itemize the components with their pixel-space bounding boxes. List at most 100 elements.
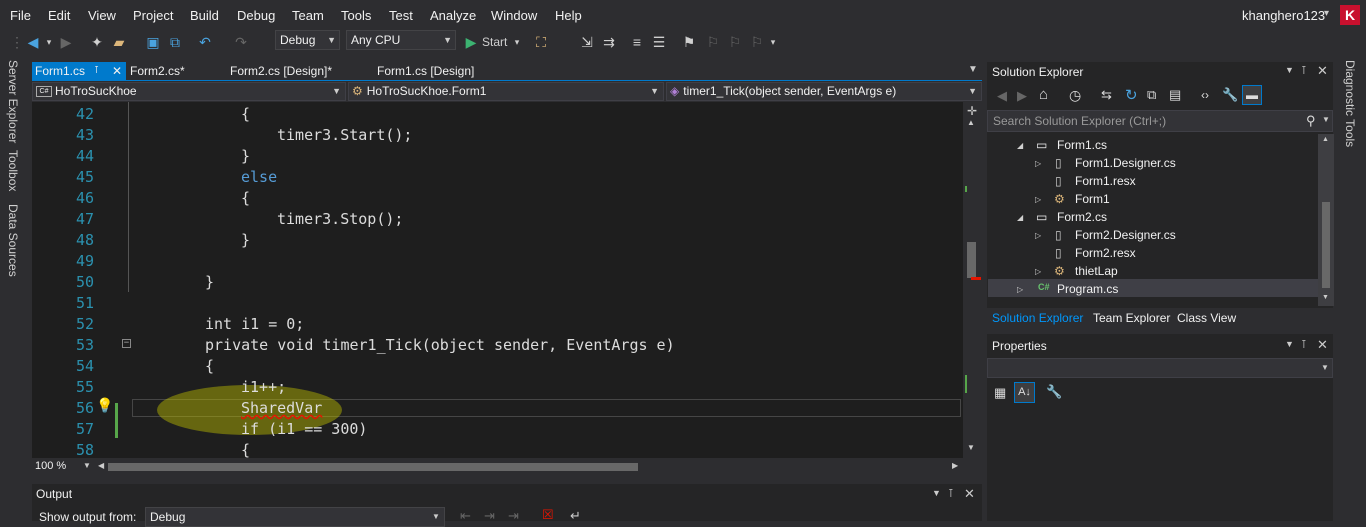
tab-diagnostic-tools[interactable]: Diagnostic Tools bbox=[1343, 60, 1357, 147]
tree-item-form1-resx[interactable]: Form1.resx bbox=[1075, 174, 1136, 188]
chevron-down-icon[interactable]: ▼ bbox=[1322, 115, 1330, 124]
menu-team[interactable]: Team bbox=[292, 8, 324, 23]
tab-overflow-icon[interactable]: ▼ bbox=[968, 64, 978, 75]
close-icon[interactable]: ✕ bbox=[1317, 63, 1328, 79]
lightbulb-icon[interactable]: 💡 bbox=[96, 398, 113, 414]
collapse-all-icon[interactable]: ⧉ bbox=[1147, 87, 1156, 103]
pin-icon[interactable]: ⊺ bbox=[948, 487, 954, 500]
tab-form2-cs[interactable]: Form2.cs* bbox=[127, 62, 222, 81]
tree-item-program-cs[interactable]: Program.cs bbox=[1057, 282, 1118, 296]
menu-tools[interactable]: Tools bbox=[341, 8, 371, 23]
code-editor[interactable]: 42 { 43 timer3.Start(); 44 } 45 else 46 … bbox=[32, 102, 963, 458]
tab-solution-explorer[interactable]: Solution Explorer bbox=[992, 311, 1083, 325]
menu-help[interactable]: Help bbox=[555, 8, 582, 23]
chevron-down-icon[interactable]: ▾ bbox=[1324, 8, 1329, 19]
search-input[interactable]: Search Solution Explorer (Ctrl+;) ⚲ ▼ bbox=[987, 110, 1333, 132]
step-into-icon[interactable]: ⇲ bbox=[578, 32, 596, 52]
scroll-thumb[interactable] bbox=[1322, 202, 1330, 288]
solution-platform-select[interactable]: Any CPU ▼ bbox=[346, 30, 456, 50]
forward-icon[interactable]: ▶ bbox=[58, 32, 74, 52]
next-message-icon[interactable]: ⇥ bbox=[508, 508, 519, 524]
menu-view[interactable]: View bbox=[88, 8, 116, 23]
tab-toolbox[interactable]: Toolbox bbox=[6, 150, 20, 191]
solution-tree[interactable]: ◢ ▭ Form1.cs ▷ ▯ Form1.Designer.cs ▯ For… bbox=[988, 134, 1334, 306]
project-dropdown[interactable]: C# HoTroSucKhoe ▼ bbox=[32, 82, 346, 101]
output-source-select[interactable]: Debug ▼ bbox=[145, 507, 445, 527]
redo-icon[interactable]: ↷ bbox=[232, 32, 250, 52]
collapse-arrow-icon[interactable]: ◢ bbox=[1017, 213, 1023, 222]
expand-arrow-icon[interactable]: ▷ bbox=[1035, 231, 1041, 240]
menu-window[interactable]: Window bbox=[491, 8, 537, 23]
sync-icon[interactable]: ⇆ bbox=[1101, 87, 1112, 103]
expand-arrow-icon[interactable]: ▷ bbox=[1017, 285, 1023, 294]
save-icon[interactable]: ▣ bbox=[144, 32, 162, 52]
tree-scrollbar[interactable]: ▲ ▼ bbox=[1318, 134, 1334, 306]
home-icon[interactable]: ⌂ bbox=[1039, 86, 1048, 103]
tree-item-form2-resx[interactable]: Form2.resx bbox=[1075, 246, 1136, 260]
scroll-up-icon[interactable]: ▲ bbox=[1322, 136, 1329, 143]
tree-item-form2-cs[interactable]: Form2.cs bbox=[1057, 210, 1107, 224]
tab-form2-design[interactable]: Form2.cs [Design]* bbox=[227, 62, 367, 81]
alphabetical-icon[interactable]: A↓ bbox=[1014, 382, 1035, 403]
refresh-icon[interactable]: ↻ bbox=[1125, 86, 1138, 104]
tree-item-thietlap[interactable]: thietLap bbox=[1075, 264, 1118, 278]
history-icon[interactable]: ◷ bbox=[1069, 87, 1081, 104]
save-all-icon[interactable]: ⧉ bbox=[166, 32, 184, 52]
uncomment-icon[interactable]: ☰ bbox=[650, 32, 668, 52]
split-icon[interactable]: ✛ bbox=[967, 104, 977, 118]
prev-bookmark-icon[interactable]: ⚐ bbox=[704, 32, 722, 52]
next-bookmark-icon[interactable]: ⚐ bbox=[726, 32, 744, 52]
tab-server-explorer[interactable]: Server Explorer bbox=[6, 60, 20, 143]
zoom-level[interactable]: 100 % bbox=[35, 460, 66, 472]
new-project-icon[interactable]: ✦ bbox=[88, 32, 106, 52]
scroll-down-icon[interactable]: ▼ bbox=[1322, 294, 1329, 301]
property-pages-icon[interactable]: 🔧 bbox=[1046, 384, 1062, 400]
tab-form1-design[interactable]: Form1.cs [Design] bbox=[374, 62, 514, 81]
tab-team-explorer[interactable]: Team Explorer bbox=[1093, 311, 1170, 325]
clear-bookmarks-icon[interactable]: ⚐ bbox=[748, 32, 766, 52]
scroll-left-icon[interactable]: ◀ bbox=[98, 461, 104, 470]
tree-item-form1-designer[interactable]: Form1.Designer.cs bbox=[1075, 156, 1176, 170]
word-wrap-icon[interactable]: ↵ bbox=[570, 508, 581, 524]
comment-icon[interactable]: ≡ bbox=[628, 32, 646, 52]
scroll-thumb[interactable] bbox=[967, 242, 976, 278]
browser-link-icon[interactable]: ⛶ bbox=[532, 32, 550, 52]
search-icon[interactable]: ⚲ bbox=[1306, 113, 1316, 129]
chevron-down-icon[interactable]: ▾ bbox=[44, 32, 54, 52]
preview-icon[interactable]: ▬ bbox=[1242, 85, 1262, 105]
properties-icon[interactable]: 🔧 bbox=[1222, 87, 1238, 103]
expand-arrow-icon[interactable]: ▷ bbox=[1035, 267, 1041, 276]
pin-icon[interactable]: ⊺ bbox=[1301, 64, 1307, 77]
categorized-icon[interactable]: ▦ bbox=[994, 385, 1006, 401]
horizontal-scroll-thumb[interactable] bbox=[108, 463, 638, 471]
menu-analyze[interactable]: Analyze bbox=[430, 8, 476, 23]
chevron-down-icon[interactable]: ▾ bbox=[512, 32, 522, 52]
start-icon[interactable]: ▶ bbox=[464, 32, 478, 52]
menu-file[interactable]: File bbox=[10, 8, 31, 23]
solution-configuration-select[interactable]: Debug ▼ bbox=[275, 30, 340, 50]
avatar[interactable]: K bbox=[1340, 5, 1360, 25]
view-code-icon[interactable]: ‹› bbox=[1201, 88, 1209, 102]
menu-test[interactable]: Test bbox=[389, 8, 413, 23]
collapse-icon[interactable]: − bbox=[122, 339, 131, 348]
scroll-up-icon[interactable]: ▲ bbox=[967, 118, 975, 127]
menu-project[interactable]: Project bbox=[133, 8, 173, 23]
tree-item-form1-class[interactable]: Form1 bbox=[1075, 192, 1110, 206]
undo-icon[interactable]: ↶ bbox=[196, 32, 214, 52]
step-over-icon[interactable]: ⇉ bbox=[600, 32, 618, 52]
tree-item-form1-cs[interactable]: Form1.cs bbox=[1057, 138, 1107, 152]
tab-data-sources[interactable]: Data Sources bbox=[6, 204, 20, 277]
tab-class-view[interactable]: Class View bbox=[1177, 311, 1236, 325]
back-icon[interactable]: ◀ bbox=[997, 88, 1007, 104]
start-button[interactable]: Start bbox=[482, 32, 512, 52]
menu-debug[interactable]: Debug bbox=[237, 8, 275, 23]
scroll-right-icon[interactable]: ▶ bbox=[952, 461, 958, 470]
expand-arrow-icon[interactable]: ▷ bbox=[1035, 195, 1041, 204]
close-icon[interactable]: ✕ bbox=[964, 486, 975, 502]
close-icon[interactable]: ✕ bbox=[1317, 337, 1328, 353]
tab-form1-cs[interactable]: Form1.cs ⊺ ✕ bbox=[32, 62, 126, 81]
menu-edit[interactable]: Edit bbox=[48, 8, 70, 23]
chevron-down-icon[interactable]: ▼ bbox=[1285, 65, 1294, 75]
chevron-down-icon[interactable]: ▼ bbox=[1285, 339, 1294, 349]
back-icon[interactable]: ◀ bbox=[24, 32, 42, 52]
